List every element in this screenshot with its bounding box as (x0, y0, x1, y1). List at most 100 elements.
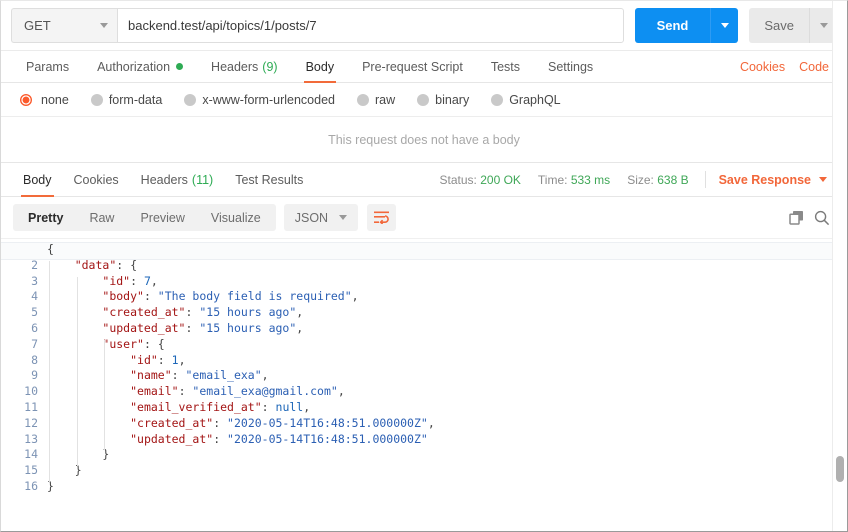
body-type-label: form-data (108, 92, 163, 107)
code-token: "15 hours ago" (199, 305, 297, 320)
request-url-input[interactable] (117, 8, 624, 43)
body-type-graphql[interactable]: GraphQL (491, 92, 561, 107)
code-token: "email_verified_at" (130, 399, 262, 414)
line-number: 6 (31, 320, 38, 335)
word-wrap-toggle[interactable] (367, 204, 397, 231)
code-token: "data" (74, 257, 117, 272)
save-response-button[interactable]: Save Response (719, 173, 836, 187)
send-options-button[interactable] (710, 8, 739, 43)
code-token: : (185, 320, 200, 335)
empty-body-message: This request does not have a body (1, 117, 847, 163)
request-tab-headers[interactable]: Headers (9) (197, 50, 292, 83)
response-size: Size: 638 B (627, 173, 688, 187)
code-line: "created_at": "15 hours ago", (47, 305, 847, 321)
line-number-gutter: 1 2 3 4 5 6 7 8 9 10 11 12 13 14 15 16 (1, 242, 47, 495)
cookies-link[interactable]: Cookies (733, 60, 792, 74)
line-number: 15 (24, 463, 38, 478)
request-tab-settings[interactable]: Settings (534, 50, 607, 83)
code-token: , (351, 289, 359, 304)
code-token: "created_at" (130, 415, 214, 430)
indent-guide (76, 276, 78, 467)
code-token: : (116, 257, 131, 272)
code-token: { (47, 242, 54, 256)
radio-icon (357, 93, 369, 106)
code-token: : (261, 399, 276, 414)
request-tab-authorization[interactable]: Authorization (83, 50, 197, 83)
size-label: Size: (627, 172, 654, 187)
code-token: "body" (102, 289, 144, 304)
tab-label: Pre-request Script (362, 59, 463, 74)
code-token: : (213, 431, 228, 446)
time-value: 533 ms (570, 172, 611, 187)
code-link[interactable]: Code (792, 60, 836, 74)
page-scrollbar[interactable] (832, 1, 847, 531)
code-line: } (47, 463, 847, 479)
code-line: "email_verified_at": null, (47, 400, 847, 416)
status-value: 200 OK (480, 172, 521, 187)
code-token: : (143, 289, 158, 304)
code-token: "15 hours ago" (199, 320, 297, 335)
code-token: : (178, 384, 193, 399)
line-number: 16 (24, 478, 38, 493)
code-token: "email" (130, 384, 179, 399)
send-button[interactable]: Send (634, 8, 711, 43)
body-type-none[interactable]: none (17, 90, 69, 109)
response-tab-body[interactable]: Body (12, 163, 63, 197)
body-type-label: GraphQL (509, 92, 561, 107)
response-body-viewer[interactable]: 1 2 3 4 5 6 7 8 9 10 11 12 13 14 15 16 { "data": { "id"… (1, 238, 847, 504)
chevron-down-icon (819, 177, 827, 182)
tab-label: Settings (548, 59, 594, 74)
code-token: "updated_at" (130, 431, 214, 446)
radio-icon (90, 93, 103, 106)
tab-label: Body (23, 172, 52, 187)
code-token: , (337, 384, 345, 399)
code-token: , (296, 305, 304, 320)
view-mode-raw[interactable]: Raw (76, 204, 127, 231)
code-token: : (157, 352, 172, 367)
tab-label: Headers (140, 172, 188, 187)
copy-response-button[interactable] (783, 205, 809, 231)
response-tab-cookies[interactable]: Cookies (63, 163, 130, 197)
view-mode-visualize[interactable]: Visualize (198, 204, 274, 231)
view-mode-pretty[interactable]: Pretty (15, 204, 76, 231)
response-tab-test-results[interactable]: Test Results (224, 163, 314, 197)
request-tab-tests[interactable]: Tests (477, 50, 534, 83)
chevron-down-icon (100, 23, 108, 28)
line-number: 5 (31, 305, 38, 320)
body-type-raw[interactable]: raw (357, 93, 395, 107)
request-tab-body[interactable]: Body (292, 50, 349, 83)
code-token: : (130, 273, 144, 288)
request-tab-pre-request-script[interactable]: Pre-request Script (348, 50, 477, 83)
code-token: : (185, 305, 200, 320)
code-line: "created_at": "2020-05-14T16:48:51.00000… (47, 416, 847, 432)
auth-status-dot-icon (176, 63, 184, 70)
body-type-label: binary (435, 92, 470, 107)
request-tabs: Params Authorization Headers (9) Body Pr… (1, 50, 847, 83)
response-tab-headers[interactable]: Headers (11) (130, 163, 225, 197)
body-type-x-www-form-urlencoded[interactable]: x-www-form-urlencoded (184, 93, 335, 107)
tab-label: Params (26, 59, 70, 74)
status-label: Status: (439, 172, 477, 187)
code-line: "user": { (47, 337, 847, 353)
code-token: "email_exa@gmail.com" (192, 384, 338, 399)
code-token: "created_at" (102, 305, 186, 320)
tab-label: Authorization (97, 59, 171, 74)
view-mode-preview[interactable]: Preview (127, 204, 197, 231)
radio-icon (17, 90, 35, 109)
divider (704, 171, 706, 188)
copy-icon (788, 211, 803, 225)
body-type-form-data[interactable]: form-data (90, 92, 163, 107)
body-type-binary[interactable]: binary (417, 93, 469, 107)
request-tab-params[interactable]: Params (12, 50, 83, 83)
code-token: } (102, 447, 110, 462)
code-token: "name" (130, 368, 172, 383)
line-number: 4 (31, 289, 38, 304)
code-token: { (130, 257, 138, 272)
code-line: "id": 1, (47, 353, 847, 369)
save-button[interactable]: Save (749, 8, 809, 43)
response-format-select[interactable]: JSON (283, 204, 359, 231)
page-scrollbar-thumb[interactable] (836, 456, 844, 482)
response-tabs-bar: Body Cookies Headers (11) Test Results S… (1, 163, 847, 197)
http-method-select[interactable]: GET (11, 8, 117, 43)
code-token: , (303, 399, 311, 414)
